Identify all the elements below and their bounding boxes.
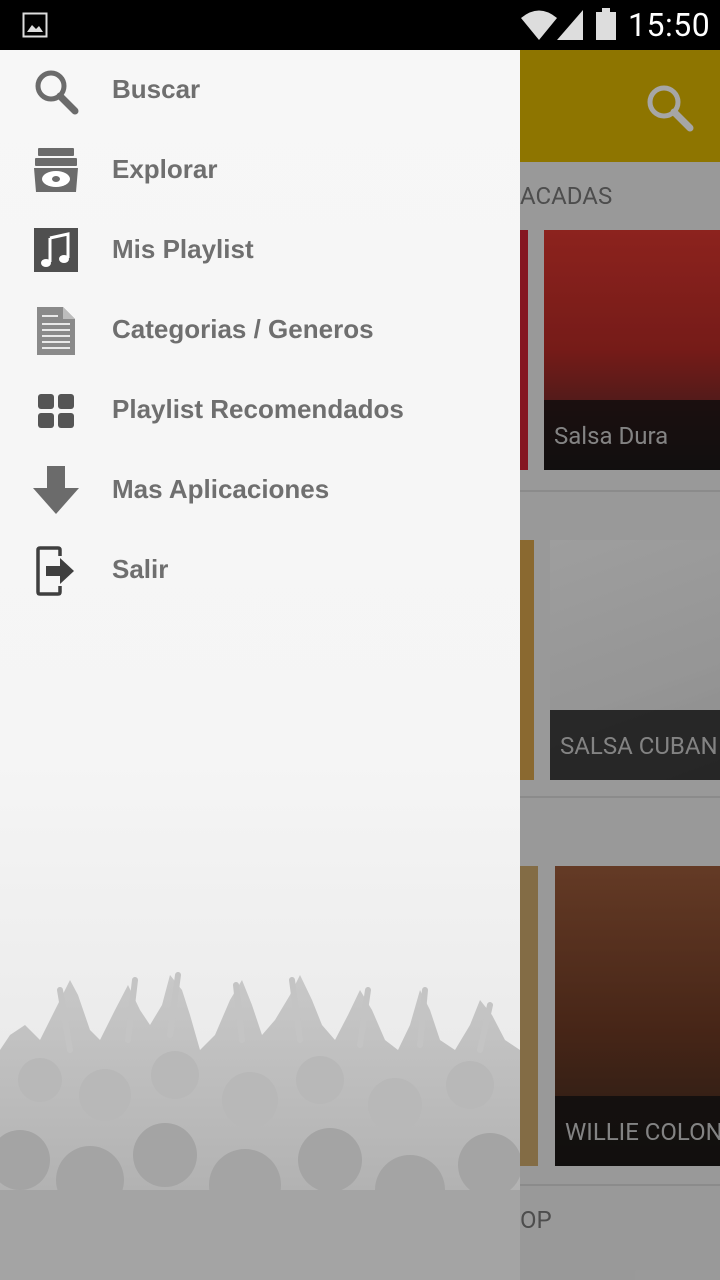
menu-item-categorias[interactable]: Categorias / Generos <box>0 290 520 370</box>
status-time: 15:50 <box>628 6 711 44</box>
signal-icon <box>557 10 583 40</box>
menu-item-buscar[interactable]: Buscar <box>0 50 520 130</box>
document-icon <box>37 307 75 355</box>
battery-icon <box>596 8 616 40</box>
menu-item-mis-playlist[interactable]: Mis Playlist <box>0 210 520 290</box>
navigation-drawer: Buscar Explorar Mis Playlist Categorias … <box>0 50 520 1280</box>
grid-icon <box>38 394 74 428</box>
menu-label: Explorar <box>112 154 218 184</box>
menu-item-explorar[interactable]: Explorar <box>0 130 520 210</box>
menu-label: Mas Aplicaciones <box>112 474 330 504</box>
menu-label: Categorias / Generos <box>112 314 374 344</box>
gallery-icon <box>22 12 48 38</box>
menu-item-salir[interactable]: Salir <box>0 530 520 610</box>
menu-item-mas-aplicaciones[interactable]: Mas Aplicaciones <box>0 450 520 530</box>
menu-label: Buscar <box>112 74 201 104</box>
explore-icon <box>34 148 78 192</box>
exit-icon <box>36 546 74 596</box>
music-note-icon <box>34 228 78 272</box>
status-bar: 15:50 <box>0 0 720 50</box>
menu-label: Salir <box>112 554 169 584</box>
menu-label: Mis Playlist <box>112 234 254 264</box>
search-icon <box>35 70 79 115</box>
download-arrow-icon <box>33 466 79 514</box>
wifi-icon <box>521 10 557 40</box>
menu-item-playlist-recomendados[interactable]: Playlist Recomendados <box>0 370 520 450</box>
drawer-menu: Buscar Explorar Mis Playlist Categorias … <box>0 50 520 610</box>
menu-label: Playlist Recomendados <box>112 394 404 424</box>
